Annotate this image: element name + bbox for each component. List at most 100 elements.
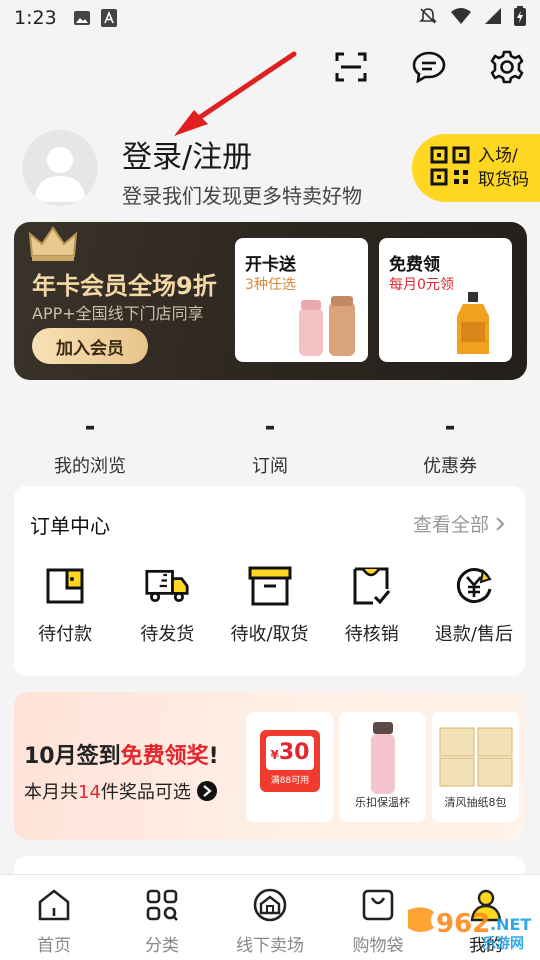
order-label: 待付款 [38,624,93,645]
tab-offline-store[interactable]: 线下卖场 [216,875,324,960]
category-icon [144,887,180,923]
image-icon [73,9,91,27]
order-label: 待收/取货 [230,624,309,645]
svg-text:962: 962 [436,909,490,939]
order-label: 待发货 [140,624,195,645]
battery-icon [514,5,526,31]
signin-sub-prefix: 本月共 [24,782,78,803]
tab-label: 首页 [37,936,71,956]
join-member-button[interactable]: 加入会员 [32,328,148,364]
svg-text:.NET: .NET [490,915,531,934]
check-icon [350,564,394,608]
view-all-orders-link[interactable]: 查看全部 [413,510,505,537]
hair-oil-bottle-icon [457,292,489,354]
order-status-row: 待付款 待发货 待收/取货 待核销 退款/售后 [14,564,525,646]
tab-label: 购物袋 [352,936,404,956]
coupon-value: 30 [278,740,310,765]
signin-title-prefix: 10月签到 [24,744,121,769]
font-icon [100,9,117,27]
top-actions [334,50,524,84]
stat-value: - [444,412,456,442]
prize-label: 清风抽纸8包 [444,796,507,809]
stat-value: - [264,412,276,442]
signin-reward-banner[interactable]: 10月签到免费领奖! 本月共14件奖品可选 ¥30 满88可用 乐扣保温杯 清风… [14,692,525,840]
annotation-arrow-icon [174,51,297,136]
order-pending-shipment[interactable]: 待发货 [116,564,218,646]
coupon-condition: 满88可用 [270,776,310,786]
svg-text:乐游网: 乐游网 [482,935,524,952]
vip-membership-card[interactable]: 年卡会员全场9折 APP+全国线下门店同享 加入会员 开卡送 3种任选 免费领 … [14,222,527,380]
refund-icon [452,564,496,608]
signin-title-suffix: ! [208,744,219,769]
vip-box1-title: 开卡送 [245,255,296,275]
thermos-bottle-icon [299,296,355,356]
vip-gift-box[interactable]: 开卡送 3种任选 [235,238,368,362]
tab-home[interactable]: 首页 [0,875,108,960]
prize-coupon[interactable]: ¥30 满88可用 [246,712,333,822]
coupon-currency: ¥ [270,748,279,762]
stat-coupons[interactable]: - 优惠券 [360,412,540,482]
home-icon [36,887,72,923]
arrow-right-circle-icon[interactable] [196,781,217,801]
status-time: 1:23 [14,7,57,29]
scan-icon[interactable] [334,50,368,84]
stat-value: - [84,412,96,442]
chevron-right-icon [496,516,505,531]
vip-box2-title: 免费领 [389,255,440,275]
vip-box1-sub: 3种任选 [245,277,296,293]
signal-icon [484,7,502,30]
stat-label: 订阅 [252,456,288,477]
signin-sub-suffix: 件奖品可选 [100,782,191,803]
order-center-title: 订单中心 [30,514,110,538]
signin-title: 10月签到免费领奖! [24,738,219,770]
order-pending-payment[interactable]: 待付款 [14,564,116,646]
bag-icon [360,887,396,923]
status-bar: 1:23 [0,0,540,36]
qr-code-icon [430,146,470,190]
order-pending-receipt[interactable]: 待收/取货 [218,564,320,646]
signin-sub-count: 14 [78,782,101,803]
entry-badge-line1: 入场/ [478,146,518,166]
vip-free-box[interactable]: 免费领 每月0元领 [379,238,512,362]
order-pending-verify[interactable]: 待核销 [321,564,423,646]
order-center-card: 订单中心 查看全部 待付款 待发货 待收/取货 待核销 退款/售后 [14,486,525,676]
settings-gear-icon[interactable] [490,50,524,84]
prize-thermos[interactable]: 乐扣保温杯 [339,712,426,822]
stats-row: - 我的浏览 - 订阅 - 优惠券 [0,412,540,482]
signin-subtitle: 本月共14件奖品可选 [24,778,217,804]
silent-icon [418,6,438,31]
tissue-pack-icon [439,727,513,787]
vip-title: 年卡会员全场9折 [32,272,217,300]
vip-subtitle: APP+全国线下门店同享 [32,304,204,323]
crown-icon [28,226,78,261]
stat-label: 优惠券 [423,456,477,477]
entry-code-button[interactable]: 入场/ 取货码 [412,134,540,202]
wallet-icon [43,564,87,608]
truck-icon [145,564,189,608]
box-icon [248,564,292,608]
order-refund-aftersale[interactable]: 退款/售后 [423,564,525,646]
order-label: 待核销 [344,624,399,645]
stat-subscribe[interactable]: - 订阅 [180,412,360,482]
stat-label: 我的浏览 [54,456,126,477]
login-register-link[interactable]: 登录/注册 [122,132,252,176]
signin-title-highlight: 免费领奖 [120,744,209,769]
prize-label: 乐扣保温杯 [355,796,410,809]
vip-box2-sub: 每月0元领 [389,277,454,293]
thermos-cup-icon [371,722,395,794]
entry-badge-line2: 取货码 [478,170,529,190]
view-all-label: 查看全部 [412,514,489,536]
login-subtitle: 登录我们发现更多特卖好物 [122,184,362,208]
tab-label: 线下卖场 [236,936,304,956]
prize-tissue[interactable]: 清风抽纸8包 [432,712,519,822]
tab-category[interactable]: 分类 [108,875,216,960]
tab-label: 分类 [145,936,179,956]
store-icon [252,887,288,923]
message-icon[interactable] [412,50,446,84]
coupon-ticket: ¥30 满88可用 [260,730,320,792]
stat-browse[interactable]: - 我的浏览 [0,412,180,482]
avatar[interactable] [22,130,98,206]
site-watermark-logo: 962 .NET 乐游网 [408,907,531,952]
wifi-icon [450,7,472,30]
order-label: 退款/售后 [434,624,513,645]
